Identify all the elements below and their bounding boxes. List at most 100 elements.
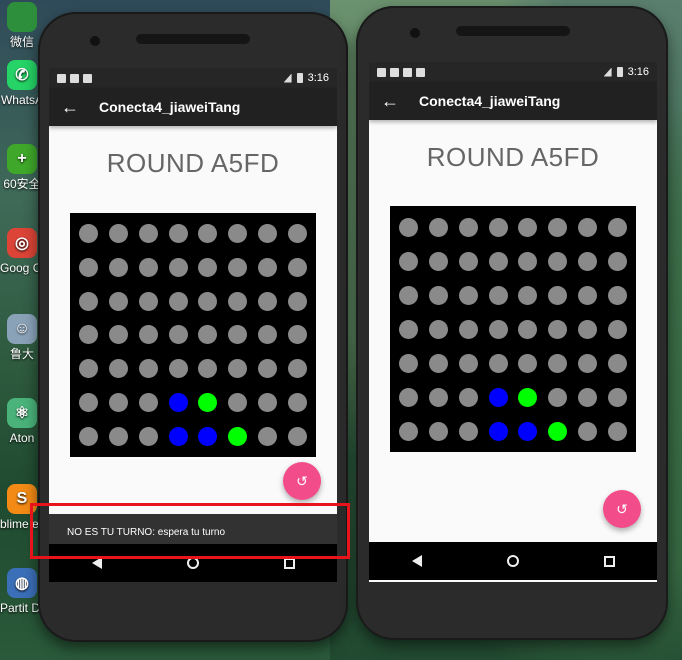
undo-button[interactable]: ↺ <box>603 490 641 528</box>
board-cell[interactable] <box>602 278 632 312</box>
board-cell[interactable] <box>193 386 223 420</box>
desktop-icon[interactable]: 微信 <box>0 2 44 50</box>
board-cell[interactable] <box>483 278 513 312</box>
board-cell[interactable] <box>394 312 424 346</box>
board-cell[interactable] <box>454 380 484 414</box>
board-cell[interactable] <box>134 217 164 251</box>
board-cell[interactable] <box>483 210 513 244</box>
board-cell[interactable] <box>253 284 283 318</box>
back-arrow-icon[interactable]: ← <box>61 97 85 118</box>
board-cell[interactable] <box>163 318 193 352</box>
board-cell[interactable] <box>394 210 424 244</box>
board-cell[interactable] <box>483 312 513 346</box>
board-cell[interactable] <box>223 284 253 318</box>
board-cell[interactable] <box>424 346 454 380</box>
board-cell[interactable] <box>193 352 223 386</box>
board-cell[interactable] <box>74 352 104 386</box>
board-cell[interactable] <box>163 284 193 318</box>
board-cell[interactable] <box>394 346 424 380</box>
board-cell[interactable] <box>513 414 543 448</box>
board-cell[interactable] <box>74 251 104 285</box>
board-cell[interactable] <box>483 380 513 414</box>
board-cell[interactable] <box>223 318 253 352</box>
board-cell[interactable] <box>543 210 573 244</box>
board-cell[interactable] <box>74 284 104 318</box>
board-cell[interactable] <box>602 210 632 244</box>
board-cell[interactable] <box>483 346 513 380</box>
board-cell[interactable] <box>454 346 484 380</box>
board-cell[interactable] <box>134 419 164 453</box>
board-cell[interactable] <box>163 386 193 420</box>
board-cell[interactable] <box>163 352 193 386</box>
board-cell[interactable] <box>74 318 104 352</box>
board-cell[interactable] <box>454 312 484 346</box>
board-cell[interactable] <box>573 346 603 380</box>
board-cell[interactable] <box>253 217 283 251</box>
board-cell[interactable] <box>454 414 484 448</box>
board-cell[interactable] <box>163 251 193 285</box>
board-cell[interactable] <box>193 419 223 453</box>
board-cell[interactable] <box>573 210 603 244</box>
board-cell[interactable] <box>394 414 424 448</box>
board-cell[interactable] <box>454 278 484 312</box>
game-board[interactable] <box>390 206 636 452</box>
board-cell[interactable] <box>163 217 193 251</box>
board-cell[interactable] <box>104 419 134 453</box>
board-cell[interactable] <box>573 244 603 278</box>
board-cell[interactable] <box>602 414 632 448</box>
board-cell[interactable] <box>134 386 164 420</box>
board-cell[interactable] <box>543 278 573 312</box>
board-cell[interactable] <box>602 346 632 380</box>
board-cell[interactable] <box>134 284 164 318</box>
board-cell[interactable] <box>253 386 283 420</box>
board-cell[interactable] <box>282 419 312 453</box>
board-cell[interactable] <box>513 380 543 414</box>
board-cell[interactable] <box>134 251 164 285</box>
nav-back-icon[interactable] <box>411 555 422 567</box>
board-cell[interactable] <box>513 244 543 278</box>
board-cell[interactable] <box>223 217 253 251</box>
board-cell[interactable] <box>193 217 223 251</box>
board-cell[interactable] <box>223 251 253 285</box>
board-cell[interactable] <box>282 352 312 386</box>
board-cell[interactable] <box>543 244 573 278</box>
board-cell[interactable] <box>573 312 603 346</box>
undo-button[interactable]: ↺ <box>283 462 321 500</box>
board-cell[interactable] <box>282 217 312 251</box>
board-cell[interactable] <box>282 284 312 318</box>
board-cell[interactable] <box>424 312 454 346</box>
board-cell[interactable] <box>253 419 283 453</box>
board-cell[interactable] <box>134 318 164 352</box>
board-cell[interactable] <box>193 251 223 285</box>
board-cell[interactable] <box>74 386 104 420</box>
board-cell[interactable] <box>543 414 573 448</box>
board-cell[interactable] <box>253 318 283 352</box>
board-cell[interactable] <box>513 210 543 244</box>
board-cell[interactable] <box>573 278 603 312</box>
board-cell[interactable] <box>483 414 513 448</box>
board-cell[interactable] <box>223 352 253 386</box>
board-cell[interactable] <box>104 352 134 386</box>
board-cell[interactable] <box>424 210 454 244</box>
board-cell[interactable] <box>573 380 603 414</box>
board-cell[interactable] <box>193 284 223 318</box>
board-cell[interactable] <box>104 386 134 420</box>
board-cell[interactable] <box>394 244 424 278</box>
board-cell[interactable] <box>513 312 543 346</box>
board-cell[interactable] <box>454 244 484 278</box>
board-cell[interactable] <box>602 380 632 414</box>
board-cell[interactable] <box>602 312 632 346</box>
board-cell[interactable] <box>134 352 164 386</box>
board-cell[interactable] <box>602 244 632 278</box>
board-cell[interactable] <box>543 346 573 380</box>
board-cell[interactable] <box>253 352 283 386</box>
board-cell[interactable] <box>394 380 424 414</box>
board-cell[interactable] <box>513 278 543 312</box>
board-cell[interactable] <box>104 284 134 318</box>
board-cell[interactable] <box>424 380 454 414</box>
board-cell[interactable] <box>543 312 573 346</box>
nav-home-icon[interactable] <box>506 555 519 567</box>
board-cell[interactable] <box>193 318 223 352</box>
board-cell[interactable] <box>573 414 603 448</box>
board-cell[interactable] <box>424 414 454 448</box>
